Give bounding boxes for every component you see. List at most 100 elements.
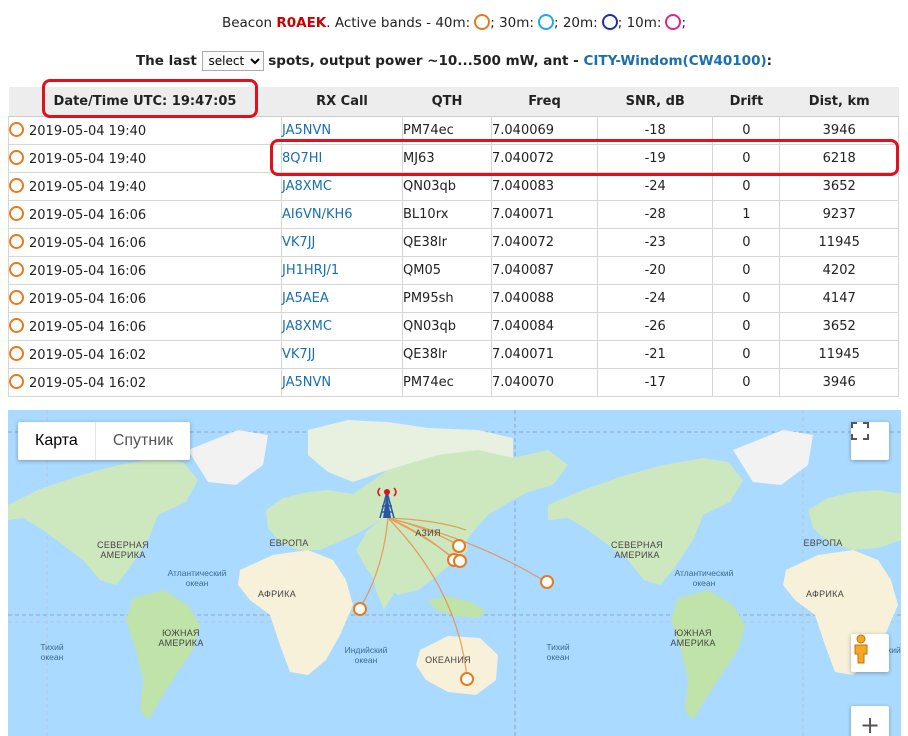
cell-text: BL10rx — [403, 207, 449, 222]
cell-dt: 2019-05-04 16:06 — [8, 284, 282, 313]
spots-text: spots, output power ~10...500 mW, ant - — [268, 53, 579, 69]
cell-text: 3946 — [822, 375, 856, 390]
column-header: Drift — [712, 87, 780, 117]
rx-call-link[interactable]: JA5NVN — [282, 123, 331, 138]
band-40m-icon — [9, 262, 24, 277]
cell-snr: -26 — [596, 312, 714, 341]
band-circle-icon — [601, 14, 618, 30]
cell-qth: PM74ec — [402, 116, 492, 145]
band-separator: ; — [681, 15, 687, 31]
cell-freq: 7.040070 — [491, 368, 598, 397]
cell-rx: VK7JJ — [281, 340, 403, 369]
spot-marker[interactable] — [540, 575, 554, 589]
rx-call-link[interactable]: VK7JJ — [282, 347, 315, 362]
cell-dist: 3946 — [779, 116, 899, 145]
cell-text: 11945 — [818, 235, 860, 250]
north-america-left — [8, 458, 198, 585]
cell-freq: 7.040072 — [491, 228, 598, 257]
band-40m-icon — [9, 290, 24, 305]
cell-text: QE38lr — [403, 235, 447, 250]
cell-dt: 2019-05-04 16:06 — [8, 256, 282, 285]
australia — [416, 636, 498, 695]
cell-snr: -20 — [596, 256, 714, 285]
cell-dt: 2019-05-04 16:02 — [8, 340, 282, 369]
cell-text: -28 — [644, 207, 666, 222]
cell-text: 1 — [742, 207, 751, 222]
cell-drift: 0 — [712, 340, 781, 369]
zoom-in-button[interactable]: + — [851, 706, 889, 736]
cell-qth: QE38lr — [402, 340, 492, 369]
cell-qth: QN03qb — [402, 172, 492, 201]
spot-marker[interactable] — [452, 539, 466, 553]
cell-text: MJ63 — [403, 151, 435, 166]
table-row: 2019-05-04 19:40 8Q7HI MJ63 7.040072 -19 0 621… — [8, 144, 899, 173]
label-europe-right: ЕВРОПА — [803, 538, 843, 548]
column-header: Freq — [491, 87, 598, 117]
cell-text: -20 — [644, 263, 666, 278]
cell-rx: JH1HRJ/1 — [281, 256, 403, 285]
cell-text: 0 — [742, 123, 751, 138]
rx-call-link[interactable]: JA5AEA — [282, 291, 329, 306]
cell-dist: 11945 — [779, 228, 899, 257]
spots-map[interactable]: СЕВЕРНАЯ АМЕРИКА ЕВРОПА АФРИКА АЗИЯ ЮЖНА… — [8, 410, 901, 736]
cell-text: 0 — [742, 263, 751, 278]
cell-text: -21 — [644, 347, 666, 362]
cell-text: 9237 — [822, 207, 856, 222]
active-bands-text: . Active bands - — [326, 15, 432, 31]
street-view-button[interactable] — [851, 634, 889, 672]
cell-drift: 0 — [712, 368, 781, 397]
band-40m-icon — [9, 206, 24, 221]
rx-call-link[interactable]: 8Q7HI — [282, 151, 322, 166]
cell-text: PM74ec — [403, 123, 454, 138]
spot-marker[interactable] — [353, 602, 367, 616]
spot-marker[interactable] — [460, 672, 474, 686]
spots-table: Date/Time UTC: 19:47:05 RX Call QTH Freq SNR… — [8, 87, 899, 397]
band-40m-icon — [9, 346, 24, 361]
cell-drift: 0 — [712, 116, 781, 145]
rx-call-link[interactable]: JA8XMC — [282, 319, 332, 334]
cell-text: 2019-05-04 16:06 — [29, 236, 147, 251]
rx-call-link[interactable]: AI6VN/KH6 — [282, 207, 353, 222]
band-40m-icon — [9, 234, 24, 249]
cell-qth: QN03qb — [402, 312, 492, 341]
spots-count-select[interactable]: select — [201, 51, 264, 71]
cell-text: 2019-05-04 16:02 — [29, 348, 147, 363]
fullscreen-button[interactable] — [851, 422, 889, 460]
column-header: QTH — [402, 87, 492, 117]
cell-text: -26 — [644, 319, 666, 334]
cell-dist: 9237 — [779, 200, 899, 229]
cell-snr: -23 — [596, 228, 714, 257]
beacon-prefix: Beacon — [221, 15, 273, 31]
cell-text: 4147 — [822, 291, 856, 306]
spots-header: The last select spots, output power ~10.… — [0, 51, 908, 71]
label-pacific-right: Тихий океан — [546, 642, 570, 662]
cell-dt: 2019-05-04 16:06 — [8, 312, 282, 341]
rx-call-link[interactable]: JH1HRJ/1 — [282, 263, 339, 278]
antenna-suffix: : — [766, 53, 773, 69]
spot-marker[interactable] — [453, 554, 467, 568]
cell-dist: 4147 — [779, 284, 899, 313]
rx-call-link[interactable]: VK7JJ — [282, 235, 315, 250]
cell-text: 7.040088 — [492, 291, 555, 306]
band-label: 20m: — [562, 15, 598, 31]
table-row: 2019-05-04 16:02 JA5NVN PM74ec 7.040070 -17 0… — [8, 368, 899, 397]
rx-call-link[interactable]: JA8XMC — [282, 179, 332, 194]
antenna-link[interactable]: CITY-Windom(CW40100) — [583, 53, 766, 69]
cell-rx: JA5NVN — [281, 368, 403, 397]
column-header: RX Call — [281, 87, 403, 117]
table-row: 2019-05-04 19:40 JA8XMC QN03qb 7.040083 -24 0… — [8, 172, 899, 201]
cell-text: 7.040069 — [492, 123, 555, 138]
rx-call-link[interactable]: JA5NVN — [282, 375, 331, 390]
south-america-left — [126, 590, 200, 720]
cell-freq: 7.040071 — [491, 340, 598, 369]
band-40m-icon — [9, 318, 24, 333]
label-europe: ЕВРОПА — [269, 538, 309, 548]
tab-map[interactable]: Карта — [18, 422, 96, 460]
cell-snr: -24 — [596, 284, 714, 313]
cell-freq: 7.040087 — [491, 256, 598, 285]
tab-satellite[interactable]: Спутник — [96, 422, 190, 460]
greenland-left — [188, 430, 268, 485]
chukotka — [513, 450, 568, 500]
cell-qth: BL10rx — [402, 200, 492, 229]
cell-text: QN03qb — [403, 319, 457, 334]
